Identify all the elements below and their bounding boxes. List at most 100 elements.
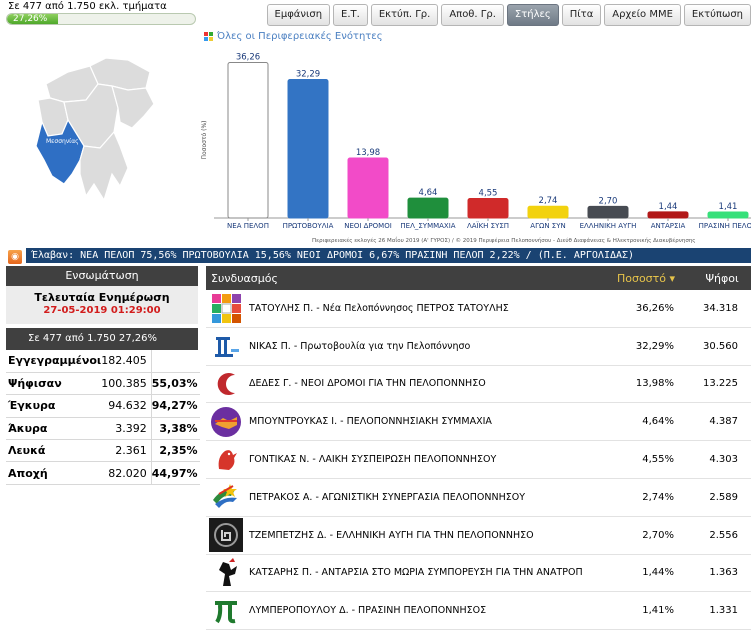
combination-votes: 2.589 [709, 491, 738, 503]
category-label: ΛΑΪΚΗ ΣΥΣΠ [467, 221, 509, 230]
last-update-date: 27-05-2019 01:29:00 [43, 305, 161, 316]
combination-votes: 30.560 [703, 340, 738, 352]
progress-label: 27,26% [13, 14, 48, 24]
combination-percent: 13,98% [635, 378, 674, 390]
turnout-percent [150, 350, 200, 373]
turnout-percent: 2,35% [150, 439, 200, 463]
result-row[interactable]: ΔΕΔΕΣ Γ. - ΝΕΟΙ ΔΡΟΜΟΙ ΓΙΑ ΤΗΝ ΠΕΛΟΠΟΝΝΗ… [206, 366, 751, 404]
bar[interactable] [347, 157, 389, 219]
integration-header: Ενσωμάτωση [6, 266, 198, 286]
bar-value-label: 1,44 [659, 202, 678, 212]
combination-name[interactable]: ΠΕΤΡΑΚΟΣ Α. - ΑΓΩΝΙΣΤΙΚΗ ΣΥΝΕΡΓΑΣΙΑ ΠΕΛΟ… [245, 492, 609, 503]
bar[interactable] [527, 205, 569, 219]
combination-name[interactable]: ΔΕΔΕΣ Γ. - ΝΕΟΙ ΔΡΟΜΟΙ ΓΙΑ ΤΗΝ ΠΕΛΟΠΟΝΝΗ… [245, 378, 609, 389]
toolbar-button[interactable]: Εκτύπωση [683, 4, 751, 26]
turnout-label: Άκυρα [6, 417, 102, 441]
toolbar-button[interactable]: Πίτα [561, 4, 602, 26]
result-row[interactable]: ΛΥΜΠΕΡΟΠΟΥΛΟΥ Δ. - ΠΡΑΣΙΝΗ ΠΕΛΟΠΟΝΝΗΣΟΣ 1… [206, 592, 751, 631]
integration-panel: Ενσωμάτωση Τελευταία Ενημέρωση 27-05-201… [6, 266, 200, 485]
regions-icon [204, 31, 213, 41]
combination-votes: 4.387 [709, 416, 738, 428]
bar-value-label: 4,64 [419, 188, 438, 198]
combination-percent: 4,64% [642, 416, 674, 428]
bar-value-label: 32,29 [296, 69, 320, 79]
bar[interactable] [707, 211, 749, 219]
bar[interactable] [407, 197, 449, 219]
toolbar: Εμφάνιση Ε.Τ. Εκτύπ. Γρ. Αποθ. Γρ. Στήλες Πίτ… [266, 4, 751, 26]
combination-percent: 4,55% [642, 454, 674, 466]
combination-name[interactable]: ΤΑΤΟΥΛΗΣ Π. - Νέα Πελοπόννησος ΠΕΤΡΟΣ ΤΑ… [245, 303, 609, 314]
bar-value-label: 4,55 [479, 188, 498, 198]
combination-votes: 13.225 [703, 378, 738, 390]
bar-value-label: 2,70 [599, 196, 618, 206]
combination-votes: 34.318 [703, 302, 738, 314]
header-votes[interactable]: Ψήφοι [689, 272, 751, 285]
news-ticker: Έλαβαν: ΝΕΑ ΠΕΛΟΠ 75,56% ΠΡΩΤΟΒΟΥΛΙΑ 15,… [26, 248, 751, 263]
bar-value-label: 36,26 [236, 52, 260, 62]
result-row[interactable]: ΚΑΤΣΑΡΗΣ Π. - ΑΝΤΑΡΣΙΑ ΣΤΟ ΜΩΡΙΑ ΣΥΜΠΟΡΕ… [206, 555, 751, 593]
turnout-value: 3.392 [101, 417, 152, 441]
combination-name[interactable]: ΚΑΤΣΑΡΗΣ Π. - ΑΝΤΑΡΣΙΑ ΣΤΟ ΜΩΡΙΑ ΣΥΜΠΟΡΕ… [245, 567, 609, 578]
result-row[interactable]: ΤΖΕΜΠΕΤΖΗΣ Δ. - ΕΛΛΗΝΙΚΗ ΑΥΓΗ ΓΙΑ ΤΗΝ ΠΕ… [206, 517, 751, 555]
combination-percent: 36,26% [635, 302, 674, 314]
turnout-label: Έγκυρα [6, 394, 102, 418]
combination-name[interactable]: ΝΙΚΑΣ Π. - Πρωτοβουλία για την Πελοπόννη… [245, 341, 609, 352]
combination-name[interactable]: ΓΟΝΤΙΚΑΣ Ν. - ΛΑΪΚΗ ΣΥΣΠΕΙΡΩΣΗ ΠΕΛΟΠΟΝΝΗ… [245, 454, 609, 465]
toolbar-button[interactable]: Εμφάνιση [266, 4, 331, 26]
turnout-row: Ψήφισαν 100.385 55,03% [6, 372, 200, 396]
combination-name[interactable]: ΤΖΕΜΠΕΤΖΗΣ Δ. - ΕΛΛΗΝΙΚΗ ΑΥΓΗ ΓΙΑ ΤΗΝ ΠΕ… [245, 530, 609, 541]
turnout-percent: 44,97% [150, 461, 200, 485]
category-label: ΠΡΑΣΙΝΗ ΠΕΛΟΠ [699, 222, 751, 230]
bar[interactable] [287, 78, 329, 219]
toolbar-button[interactable]: Εκτύπ. Γρ. [370, 4, 439, 26]
result-row[interactable]: ΝΙΚΑΣ Π. - Πρωτοβουλία για την Πελοπόννη… [206, 328, 751, 366]
column-logo [209, 329, 245, 363]
turnout-table: Εγγεγραμμένοι 182.405 Ψήφισαν 100.385 55,03%… [6, 350, 200, 485]
toolbar-button[interactable]: Αρχείο ΜΜΕ [604, 4, 681, 26]
turnout-value: 94.632 [101, 394, 152, 418]
turnout-row: Άκυρα 3.392 3,38% [6, 417, 200, 441]
region-map[interactable]: Μεσσηνίας [28, 50, 178, 210]
turnout-row: Έγκυρα 94.632 94,27% [6, 394, 200, 418]
toolbar-button[interactable]: Αποθ. Γρ. [441, 4, 504, 26]
category-label: ΠΕΛ_ΣΥΜΜΑΧΙΑ [400, 222, 455, 230]
bar[interactable] [227, 61, 269, 219]
header-combination[interactable]: Συνδυασμός [206, 272, 603, 285]
rss-icon[interactable]: ◉ [8, 250, 22, 264]
tiles-logo [209, 291, 245, 325]
results-header: Συνδυασμός Ποσοστό ▾ Ψήφοι [206, 266, 751, 290]
result-row[interactable]: ΠΕΤΡΑΚΟΣ Α. - ΑΓΩΝΙΣΤΙΚΗ ΣΥΝΕΡΓΑΣΙΑ ΠΕΛΟ… [206, 479, 751, 517]
combination-name[interactable]: ΛΥΜΠΕΡΟΠΟΥΛΟΥ Δ. - ΠΡΑΣΙΝΗ ΠΕΛΟΠΟΝΝΗΣΟΣ [245, 605, 609, 616]
turnout-row: Λευκά 2.361 2,35% [6, 439, 200, 463]
rooster-logo [209, 443, 245, 477]
chart-title[interactable]: Όλες οι Περιφερειακές Ενότητες [204, 31, 383, 42]
toolbar-button[interactable]: Στήλες [506, 4, 559, 26]
last-update-box: Τελευταία Ενημέρωση 27-05-2019 01:29:00 [6, 286, 198, 324]
combination-percent: 2,74% [642, 491, 674, 503]
bar[interactable] [647, 211, 689, 219]
combination-percent: 2,70% [642, 529, 674, 541]
counted-stations-text: Σε 477 από 1.750 εκλ. τμήματα [8, 1, 167, 12]
results-bar-chart: Ποσοστό (%) 36,26 ΝΕΑ ΠΕΛΟΠ 32,29 ΠΡΩΤΟΒΟΥΛΙ… [201, 52, 751, 230]
peloponnese-map[interactable] [28, 50, 178, 210]
chart-title-text: Όλες οι Περιφερειακές Ενότητες [217, 31, 383, 42]
stations-count-bar: Σε 477 από 1.750 27,26% [6, 328, 198, 350]
map-region-argolida[interactable] [111, 85, 155, 129]
combination-percent: 1,41% [642, 605, 674, 617]
result-row[interactable]: ΜΠΟΥΝΤΡΟΥΚΑΣ Ι. - ΠΕΛΟΠΟΝΝΗΣΙΑΚΗ ΣΥΜΜΑΧΙ… [206, 403, 751, 442]
bar[interactable] [467, 197, 509, 219]
y-axis-label: Ποσοστό (%) [201, 120, 208, 159]
combination-name[interactable]: ΜΠΟΥΝΤΡΟΥΚΑΣ Ι. - ΠΕΛΟΠΟΝΝΗΣΙΑΚΗ ΣΥΜΜΑΧΙ… [245, 416, 609, 427]
combination-votes: 2.556 [709, 529, 738, 541]
toolbar-button[interactable]: Ε.Τ. [333, 4, 368, 26]
counting-progress-bar: 27,26% [6, 13, 196, 25]
category-label: ΝΕΑ ΠΕΛΟΠ [227, 222, 269, 230]
result-row[interactable]: ΤΑΤΟΥΛΗΣ Π. - Νέα Πελοπόννησος ΠΕΤΡΟΣ ΤΑ… [206, 290, 751, 328]
pi-logo [209, 594, 245, 628]
selected-region-label: Μεσσηνίας [46, 138, 79, 145]
result-row[interactable]: ΓΟΝΤΙΚΑΣ Ν. - ΛΑΪΚΗ ΣΥΣΠΕΙΡΩΣΗ ΠΕΛΟΠΟΝΝΗ… [206, 441, 751, 479]
bar[interactable] [587, 205, 629, 219]
header-percentage[interactable]: Ποσοστό ▾ [603, 272, 689, 285]
combination-votes: 1.363 [709, 567, 738, 579]
turnout-value: 82.020 [101, 461, 152, 485]
